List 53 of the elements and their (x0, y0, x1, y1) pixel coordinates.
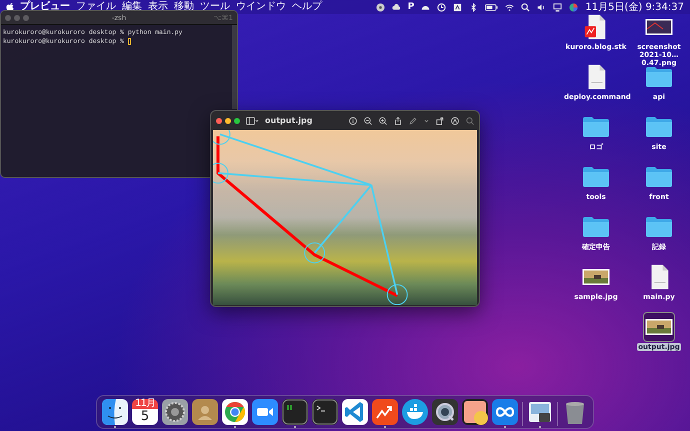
color-circle-icon[interactable] (569, 2, 578, 12)
image-stack-icon[interactable] (462, 399, 488, 425)
info-icon[interactable] (349, 116, 357, 124)
clock-icon[interactable] (437, 2, 446, 12)
menu-item[interactable]: ファイル (76, 1, 116, 13)
contacts-book-icon[interactable] (192, 399, 218, 425)
photo-thumbnail-icon[interactable] (644, 313, 674, 341)
text-cursor (128, 38, 131, 45)
calendar-day: 5 (140, 409, 150, 424)
menu-clock[interactable]: 11月5日(金) 9:34:37 (585, 0, 684, 14)
minimize-button[interactable] (225, 118, 231, 124)
browser-icon[interactable] (222, 399, 248, 425)
zoom-out-icon[interactable] (364, 116, 372, 124)
sidebar-icon[interactable] (246, 116, 259, 124)
disc-icon[interactable] (376, 2, 385, 12)
close-button[interactable] (216, 118, 222, 124)
scroll-bar[interactable] (232, 25, 237, 109)
calendar-month: 11月 (135, 399, 155, 409)
finder-icon[interactable] (102, 399, 128, 425)
apple-icon[interactable] (6, 2, 14, 12)
menu-item[interactable]: 表示 (148, 1, 168, 13)
bluetooth-icon[interactable] (469, 2, 478, 12)
calendar-icon[interactable]: 11月 5 (132, 399, 158, 425)
cloud-icon[interactable] (392, 2, 401, 12)
whale-icon[interactable] (402, 399, 428, 425)
battery-icon[interactable] (485, 2, 498, 12)
display-icon[interactable] (553, 2, 562, 12)
pen-icon[interactable] (409, 116, 417, 124)
zoom-in-icon[interactable] (379, 116, 387, 124)
video-camera-icon[interactable] (252, 399, 278, 425)
menu-item[interactable]: ツール (200, 1, 230, 13)
share-icon[interactable] (394, 116, 402, 124)
search-icon[interactable] (521, 2, 530, 12)
square-icon[interactable] (453, 2, 462, 12)
terminal-icon[interactable] (282, 399, 308, 425)
app-menu[interactable]: プレビュー (20, 1, 70, 13)
volume-icon[interactable] (537, 2, 546, 12)
gear-icon[interactable] (162, 399, 188, 425)
menu-item[interactable]: ウインドウ (236, 1, 286, 13)
rotate-icon[interactable] (436, 116, 444, 124)
menu-item[interactable]: ヘルプ (292, 1, 322, 13)
status-letter[interactable]: P (408, 2, 414, 12)
quicktime-icon[interactable] (432, 399, 458, 425)
infinity-icon[interactable] (492, 399, 518, 425)
photo-document-icon[interactable] (527, 399, 553, 425)
menu-item[interactable]: 移動 (174, 1, 194, 13)
terminal-icon[interactable] (312, 399, 338, 425)
menu-item[interactable]: 編集 (122, 1, 142, 13)
code-editor-icon[interactable] (342, 399, 368, 425)
wifi-icon[interactable] (505, 2, 514, 12)
zoom-button[interactable] (234, 118, 240, 124)
markup-icon[interactable] (451, 116, 459, 124)
window-title: output.jpg (265, 116, 312, 125)
